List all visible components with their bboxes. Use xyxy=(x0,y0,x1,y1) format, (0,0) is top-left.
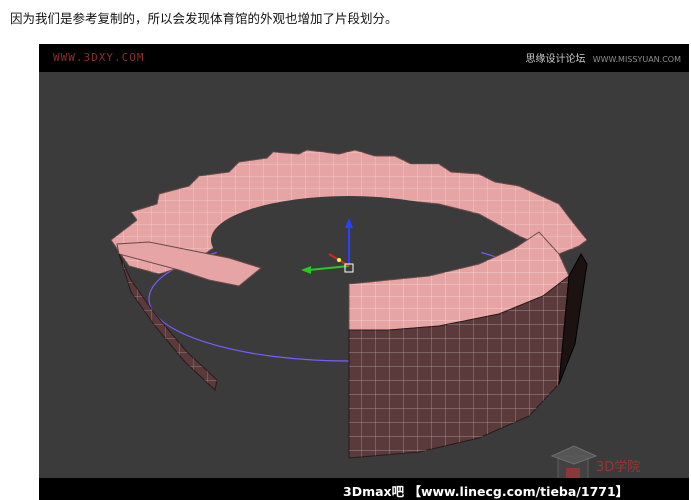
viewport-footer-bar: 3Dmax吧 【www.linecg.com/tieba/1771】 xyxy=(39,478,689,500)
brand-sub-text: WWW.MISSYUAN.COM xyxy=(592,55,681,64)
3d-viewport[interactable]: WWW.3DXY.COM 思缘设计论坛 WWW.MISSYUAN.COM 3D学… xyxy=(39,44,689,500)
logo-text: 3D学院 xyxy=(596,460,641,475)
brand-label: 思缘设计论坛 WWW.MISSYUAN.COM xyxy=(526,50,682,65)
watermark-text: WWW.3DXY.COM xyxy=(53,51,145,64)
viewport-header-bar: WWW.3DXY.COM 思缘设计论坛 WWW.MISSYUAN.COM xyxy=(39,44,689,72)
brand-text: 思缘设计论坛 xyxy=(525,54,586,65)
caption-text: 因为我们是参考复制的，所以会发现体育馆的外观也增加了片段划分。 xyxy=(10,11,398,26)
stadium-model xyxy=(110,149,588,459)
footer-text: 3Dmax吧 【www.linecg.com/tieba/1771】 xyxy=(343,484,629,499)
